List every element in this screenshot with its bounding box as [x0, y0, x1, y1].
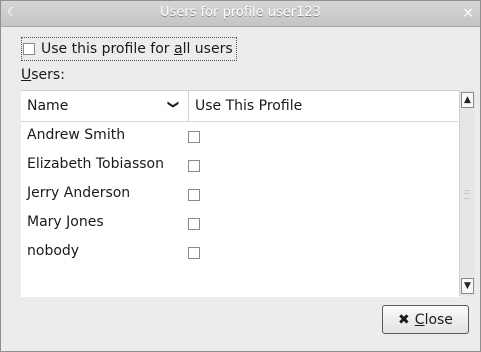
table-row[interactable]: Elizabeth Tobiasson [21, 151, 458, 180]
table-header: Name ❯ Use This Profile [21, 91, 458, 122]
use-profile-checkbox[interactable] [188, 160, 200, 172]
window-close-button[interactable]: × [462, 5, 474, 21]
use-profile-checkbox[interactable] [188, 189, 200, 201]
use-profile-checkbox[interactable] [188, 247, 200, 259]
sort-descending-icon: ❯ [166, 99, 180, 110]
close-button[interactable]: ✖ Close [382, 305, 469, 334]
table-row[interactable]: Mary Jones [21, 209, 458, 238]
use-for-all-users-label: Use this profile for all users [41, 41, 233, 57]
column-header-name[interactable]: Name ❯ [21, 91, 189, 121]
table-row[interactable]: nobody [21, 238, 458, 267]
checkbox-box[interactable] [23, 43, 35, 55]
title-bar[interactable]: ☾ Users for profile user123 × [1, 1, 480, 27]
user-name: Mary Jones [27, 214, 104, 230]
use-for-all-users-checkbox[interactable]: Use this profile for all users [21, 37, 237, 61]
users-label: Users: [21, 67, 65, 83]
close-icon: ✖ [398, 311, 410, 328]
window-title: Users for profile user123 [160, 5, 321, 20]
scroll-down-icon[interactable]: ▼ [461, 278, 474, 294]
use-profile-checkbox[interactable] [188, 131, 200, 143]
column-header-use-this-profile[interactable]: Use This Profile [189, 91, 302, 121]
scroll-up-icon[interactable]: ▲ [461, 92, 474, 108]
users-list: Name ❯ Use This Profile Andrew Smith Eli… [21, 90, 461, 297]
close-button-label: Close [414, 311, 453, 328]
vertical-scrollbar[interactable]: ▲ ▼ [459, 90, 475, 296]
table-row[interactable]: Andrew Smith [21, 122, 458, 151]
scrollbar-grip-icon[interactable] [464, 190, 470, 199]
user-name: nobody [27, 243, 80, 259]
user-name: Andrew Smith [27, 127, 126, 143]
table-row[interactable]: Jerry Anderson [21, 180, 458, 209]
user-name: Jerry Anderson [27, 185, 131, 201]
dialog-window: ☾ Users for profile user123 × Use this p… [0, 0, 481, 352]
use-profile-checkbox[interactable] [188, 218, 200, 230]
user-name: Elizabeth Tobiasson [27, 156, 164, 172]
